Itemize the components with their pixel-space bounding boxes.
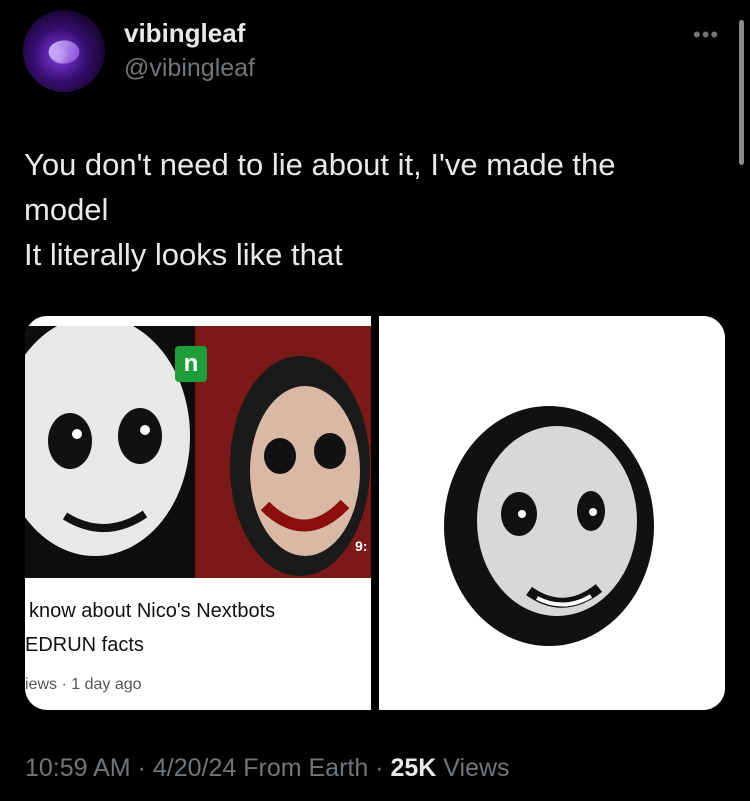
- media-divider: [371, 316, 379, 710]
- meta-separator: ·: [368, 754, 391, 782]
- tweet-time[interactable]: 10:59 AM: [25, 754, 131, 782]
- tweet-text-line: model: [24, 192, 109, 227]
- video-title-line2: EDRUN facts: [25, 634, 144, 656]
- girl-face-image: [195, 326, 371, 578]
- nextbot-model-image: [379, 316, 725, 710]
- video-meta: iews · 1 day ago: [25, 676, 142, 693]
- media-grid: n 9: know about Nico's Nextbots EDRUN fa…: [25, 316, 725, 710]
- meta-separator: ·: [130, 754, 153, 782]
- tweet-text-line: You don't need to lie about it, I've mad…: [24, 147, 616, 182]
- tweet-date[interactable]: 4/20/24: [153, 754, 236, 782]
- avatar[interactable]: [23, 10, 105, 92]
- video-duration: 9:: [355, 538, 368, 554]
- scrollbar[interactable]: [739, 20, 744, 165]
- media-image-right[interactable]: [379, 316, 725, 710]
- tweet-text: You don't need to lie about it, I've mad…: [24, 142, 714, 277]
- user-handle[interactable]: @vibingleaf: [124, 54, 255, 83]
- more-horizontal-icon: •••: [693, 22, 720, 47]
- media-image-left[interactable]: n 9: know about Nico's Nextbots EDRUN fa…: [25, 316, 371, 710]
- views-count[interactable]: 25K: [390, 754, 436, 782]
- display-name[interactable]: vibingleaf: [124, 18, 245, 49]
- tweet-text-line: It literally looks like that: [24, 237, 343, 272]
- tweet-source: From Earth: [236, 754, 369, 782]
- tweet-meta: 10:59 AM · 4/20/24 From Earth · 25K View…: [25, 754, 510, 783]
- more-options-button[interactable]: •••: [693, 22, 719, 48]
- thumbnail-face-left: [25, 316, 195, 578]
- thumbnail-face-right: [195, 326, 371, 578]
- channel-logo: n: [175, 346, 207, 382]
- video-title-line1: know about Nico's Nextbots: [29, 600, 276, 622]
- nextbot-face-image: [25, 316, 195, 578]
- views-label: Views: [436, 754, 510, 782]
